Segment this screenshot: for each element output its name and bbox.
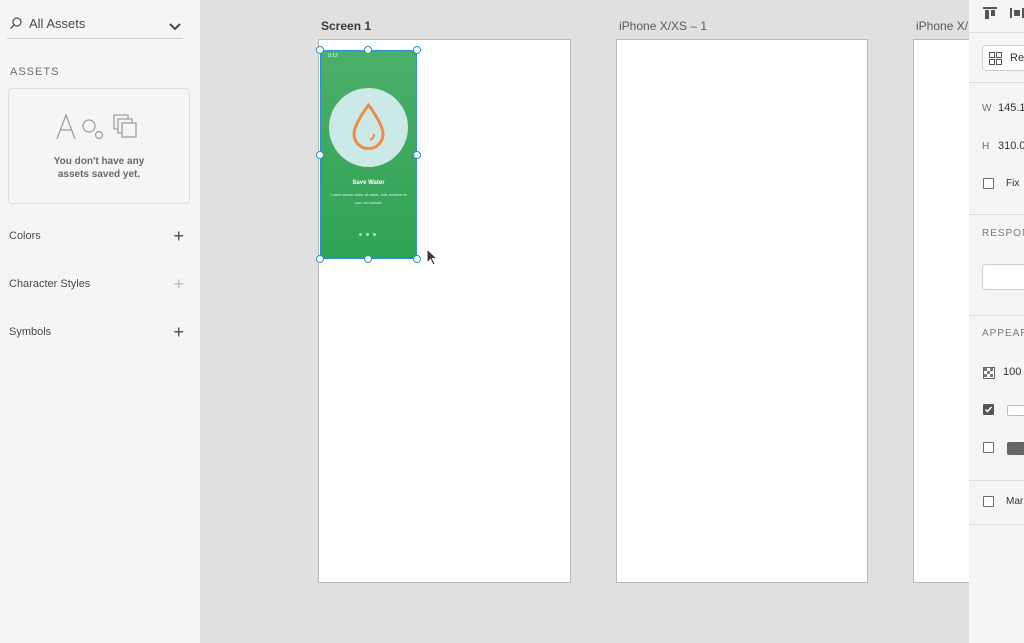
character-style-icon bbox=[56, 113, 76, 140]
add-symbol-icon[interactable]: + bbox=[173, 323, 184, 341]
responsive-resize-section-title: RESPON bbox=[982, 228, 1024, 239]
page-dot-active bbox=[359, 233, 362, 236]
responsive-resize-toggle[interactable] bbox=[982, 264, 1024, 290]
inspector-divider bbox=[969, 82, 1024, 83]
assets-filter-value: All Assets bbox=[29, 16, 86, 31]
inspector-divider bbox=[969, 315, 1024, 316]
colors-label: Colors bbox=[9, 230, 41, 242]
fix-position-checkbox[interactable] bbox=[983, 178, 994, 189]
mouse-cursor-icon bbox=[426, 247, 439, 271]
artboard-iphone-1[interactable] bbox=[616, 39, 868, 583]
colors-section[interactable]: Colors + bbox=[9, 227, 189, 247]
width-label: W bbox=[982, 103, 992, 114]
assets-panel: All Assets ASSETS You don't have any ass… bbox=[0, 0, 200, 643]
mask-checkbox[interactable] bbox=[983, 496, 994, 507]
symbols-section[interactable]: Symbols + bbox=[9, 323, 189, 343]
add-character-style-icon[interactable]: + bbox=[173, 275, 184, 293]
assets-empty-state: You don't have any assets saved yet. bbox=[8, 88, 190, 204]
artboard-title-iphone-2[interactable]: iPhone X/ bbox=[916, 19, 968, 33]
inspector-divider bbox=[969, 32, 1024, 33]
resize-handle-top[interactable] bbox=[364, 46, 372, 54]
width-input[interactable]: 145.1 bbox=[998, 102, 1024, 114]
shadow-checkbox[interactable] bbox=[983, 442, 994, 453]
empty-assets-message: You don't have any assets saved yet. bbox=[53, 156, 145, 180]
distribute-icon[interactable] bbox=[1009, 6, 1024, 25]
opacity-icon bbox=[983, 366, 995, 384]
inspector-divider bbox=[969, 524, 1024, 525]
border-checkbox[interactable] bbox=[983, 404, 994, 415]
border-swatch[interactable] bbox=[1007, 405, 1024, 416]
inspector-divider bbox=[969, 480, 1024, 481]
repeat-grid-icon bbox=[989, 52, 1002, 70]
resize-handle-bottom[interactable] bbox=[364, 255, 372, 263]
appearance-section-title: APPEAR bbox=[982, 328, 1024, 339]
symbol-icon bbox=[113, 114, 137, 138]
water-drop-icon bbox=[352, 102, 385, 150]
page-indicator bbox=[359, 223, 380, 241]
resize-handle-top-right[interactable] bbox=[413, 46, 421, 54]
height-label: H bbox=[982, 141, 990, 152]
mask-label: Mar bbox=[1006, 496, 1024, 507]
mobile-screen-image[interactable]: 9:12 Save Water Lorem ipsum dolor sit am… bbox=[320, 50, 417, 259]
artboard-title-screen-1[interactable]: Screen 1 bbox=[321, 19, 371, 33]
mobile-title: Save Water bbox=[352, 180, 385, 186]
height-input[interactable]: 310.0 bbox=[998, 140, 1024, 152]
property-inspector: Rep W 145.1 H 310.0 Fix RESPON APPEAR 10… bbox=[969, 0, 1024, 643]
inspector-divider bbox=[969, 214, 1024, 215]
color-icon bbox=[82, 119, 104, 140]
page-dot bbox=[366, 233, 369, 236]
assets-section-title: ASSETS bbox=[10, 66, 60, 78]
assets-placeholder-icons bbox=[55, 113, 147, 148]
resize-handle-right[interactable] bbox=[413, 151, 421, 159]
add-color-icon[interactable]: + bbox=[173, 227, 184, 245]
chevron-down-icon[interactable] bbox=[169, 18, 181, 36]
shadow-swatch[interactable] bbox=[1007, 442, 1024, 455]
fix-position-label: Fix bbox=[1006, 178, 1020, 189]
page-dot bbox=[373, 233, 376, 236]
character-styles-label: Character Styles bbox=[9, 278, 91, 290]
design-canvas[interactable]: Screen 1 iPhone X/XS – 1 iPhone X/ bbox=[200, 0, 969, 643]
resize-handle-bottom-right[interactable] bbox=[413, 255, 421, 263]
resize-handle-left[interactable] bbox=[316, 151, 324, 159]
mobile-subtitle: Lorem ipsum dolor sit amet, iulis modern… bbox=[330, 192, 407, 205]
status-time: 9:12 bbox=[328, 53, 338, 59]
resize-handle-top-left[interactable] bbox=[316, 46, 324, 54]
illustration-circle bbox=[329, 88, 408, 167]
artboard-iphone-2[interactable] bbox=[913, 39, 969, 583]
align-top-icon[interactable] bbox=[982, 6, 998, 25]
repeat-grid-label: Rep bbox=[1010, 52, 1024, 64]
artboard-title-iphone-1[interactable]: iPhone X/XS – 1 bbox=[619, 19, 707, 33]
search-icon bbox=[9, 16, 23, 35]
repeat-grid-button[interactable]: Rep bbox=[982, 45, 1024, 71]
character-styles-section[interactable]: Character Styles + bbox=[9, 275, 189, 295]
assets-filter-dropdown[interactable]: All Assets bbox=[7, 10, 183, 39]
opacity-input[interactable]: 100 bbox=[1003, 366, 1021, 378]
resize-handle-bottom-left[interactable] bbox=[316, 255, 324, 263]
symbols-label: Symbols bbox=[9, 326, 52, 338]
